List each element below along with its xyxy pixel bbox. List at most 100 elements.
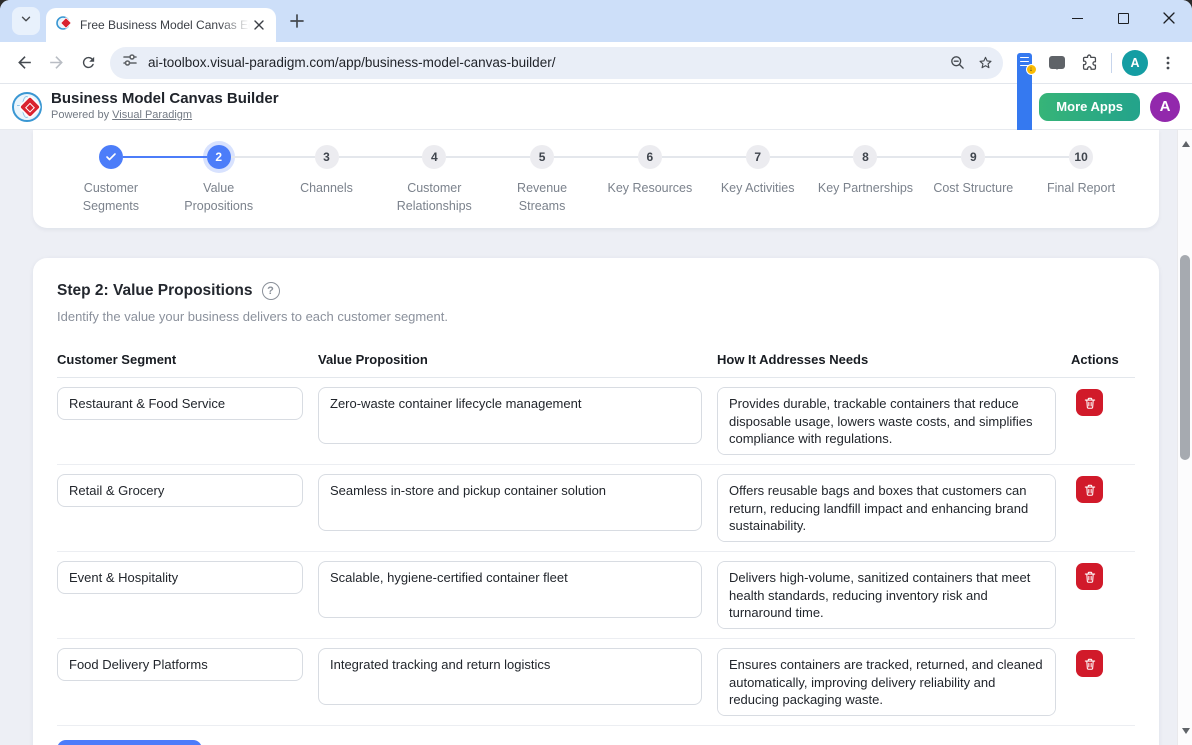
step-label: Key Resources: [600, 179, 700, 197]
scroll-up-icon[interactable]: [1182, 137, 1190, 147]
customer-segment-input[interactable]: [57, 387, 303, 420]
user-avatar[interactable]: A: [1150, 92, 1180, 122]
stepper-step[interactable]: 8 Key Partnerships: [812, 144, 920, 228]
page-scrollbar[interactable]: [1177, 130, 1192, 745]
address-bar[interactable]: ai-toolbox.visual-paradigm.com/app/busin…: [110, 47, 1003, 79]
customer-segment-input[interactable]: [57, 648, 303, 681]
close-icon: [1163, 12, 1175, 24]
value-proposition-input[interactable]: [318, 387, 702, 444]
extensions-button[interactable]: [1073, 47, 1105, 79]
step-circle[interactable]: 8: [853, 145, 877, 169]
stepper-step[interactable]: 3 Channels: [273, 144, 381, 228]
powered-by: Powered by Visual Paradigm: [51, 109, 279, 123]
maximize-icon: [1118, 13, 1129, 24]
forward-icon: [47, 53, 66, 72]
needs-input[interactable]: [717, 561, 1056, 629]
trash-icon: [1083, 483, 1097, 497]
step-connector: [877, 156, 919, 158]
delete-row-button[interactable]: [1076, 563, 1103, 590]
url-text: ai-toolbox.visual-paradigm.com/app/busin…: [148, 55, 943, 70]
step-connector: [165, 156, 207, 158]
stepper-step[interactable]: 2 Value Propositions: [165, 144, 273, 228]
tab-favicon-icon: [56, 15, 72, 36]
step-circle[interactable]: 3: [315, 145, 339, 169]
visual-paradigm-link[interactable]: Visual Paradigm: [112, 109, 192, 121]
stepper-step[interactable]: 9 Cost Structure: [919, 144, 1027, 228]
delete-row-button[interactable]: [1076, 476, 1103, 503]
customer-segment-input[interactable]: [57, 561, 303, 594]
table-row: [57, 552, 1135, 639]
step-connector: [662, 156, 704, 158]
page-body: 1 Customer Segments 2 Value Propositions…: [0, 130, 1192, 745]
star-icon: [977, 54, 994, 71]
step-circle[interactable]: 7: [746, 145, 770, 169]
more-apps-button[interactable]: More Apps: [1039, 93, 1140, 121]
needs-input[interactable]: [717, 648, 1056, 716]
tab-strip: Free Business Model Canvas Edi: [0, 0, 1192, 42]
stepper-step[interactable]: 5 Revenue Streams: [488, 144, 596, 228]
step-label: Key Activities: [708, 179, 808, 197]
trash-icon: [1083, 657, 1097, 671]
step-circle[interactable]: 9: [961, 145, 985, 169]
tab-close-icon[interactable]: [250, 16, 268, 34]
chat-extension-button[interactable]: [1041, 47, 1073, 79]
needs-input[interactable]: [717, 474, 1056, 542]
browser-tab[interactable]: Free Business Model Canvas Edi: [46, 8, 276, 42]
scrollbar-thumb[interactable]: [1180, 255, 1190, 460]
tab-search-button[interactable]: [12, 7, 40, 35]
stepper-step[interactable]: 6 Key Resources: [596, 144, 704, 228]
step-circle[interactable]: 10: [1069, 145, 1093, 169]
step-connector: [985, 156, 1027, 158]
docs-extension-button[interactable]: ↓: [1009, 47, 1041, 79]
step-connector: [770, 156, 812, 158]
maximize-button[interactable]: [1100, 0, 1146, 36]
value-proposition-input[interactable]: [318, 561, 702, 618]
step-connector: [339, 156, 381, 158]
step-connector: [380, 156, 422, 158]
new-tab-button[interactable]: [284, 8, 310, 34]
step-connector: [554, 156, 596, 158]
site-settings-icon[interactable]: [122, 52, 138, 73]
forward-button[interactable]: [40, 47, 72, 79]
stepper-step[interactable]: 4 Customer Relationships: [380, 144, 488, 228]
step-number: 2: [215, 150, 222, 164]
step-circle[interactable]: 6: [638, 145, 662, 169]
scroll-down-icon[interactable]: [1182, 728, 1190, 738]
delete-row-button[interactable]: [1076, 650, 1103, 677]
table-row: [57, 639, 1135, 726]
step-number: 7: [754, 150, 761, 164]
app-title: Business Model Canvas Builder: [51, 90, 279, 109]
step-circle[interactable]: 4: [422, 145, 446, 169]
step-connector: [812, 156, 854, 158]
step-circle[interactable]: 2: [207, 145, 231, 169]
minimize-icon: [1072, 18, 1083, 19]
zoom-indicator-button[interactable]: [943, 49, 971, 77]
column-header: Customer Segment: [57, 352, 303, 367]
minimize-button[interactable]: [1054, 0, 1100, 36]
back-button[interactable]: [8, 47, 40, 79]
bookmark-star-button[interactable]: [971, 49, 999, 77]
browser-menu-button[interactable]: [1152, 47, 1184, 79]
step-circle[interactable]: 1: [99, 145, 123, 169]
needs-input[interactable]: [717, 387, 1056, 455]
help-icon[interactable]: ?: [262, 282, 280, 300]
close-button[interactable]: [1146, 0, 1192, 36]
reload-button[interactable]: [72, 47, 104, 79]
delete-row-button[interactable]: [1076, 389, 1103, 416]
value-proposition-input[interactable]: [318, 648, 702, 705]
table-body: [57, 378, 1135, 726]
stepper-step[interactable]: 10 Final Report: [1027, 144, 1135, 228]
reload-icon: [80, 54, 97, 71]
trash-icon: [1083, 570, 1097, 584]
step-circle[interactable]: 5: [530, 145, 554, 169]
trash-icon: [1083, 396, 1097, 410]
tab-title: Free Business Model Canvas Edi: [80, 18, 250, 32]
customer-segment-input[interactable]: [57, 474, 303, 507]
step-number: 10: [1074, 150, 1087, 164]
stepper-step[interactable]: 1 Customer Segments: [57, 144, 165, 228]
stepper-step[interactable]: 7 Key Activities: [704, 144, 812, 228]
add-row-button[interactable]: [57, 740, 202, 745]
browser-profile-avatar[interactable]: A: [1122, 50, 1148, 76]
value-proposition-input[interactable]: [318, 474, 702, 531]
step-number: 8: [862, 150, 869, 164]
